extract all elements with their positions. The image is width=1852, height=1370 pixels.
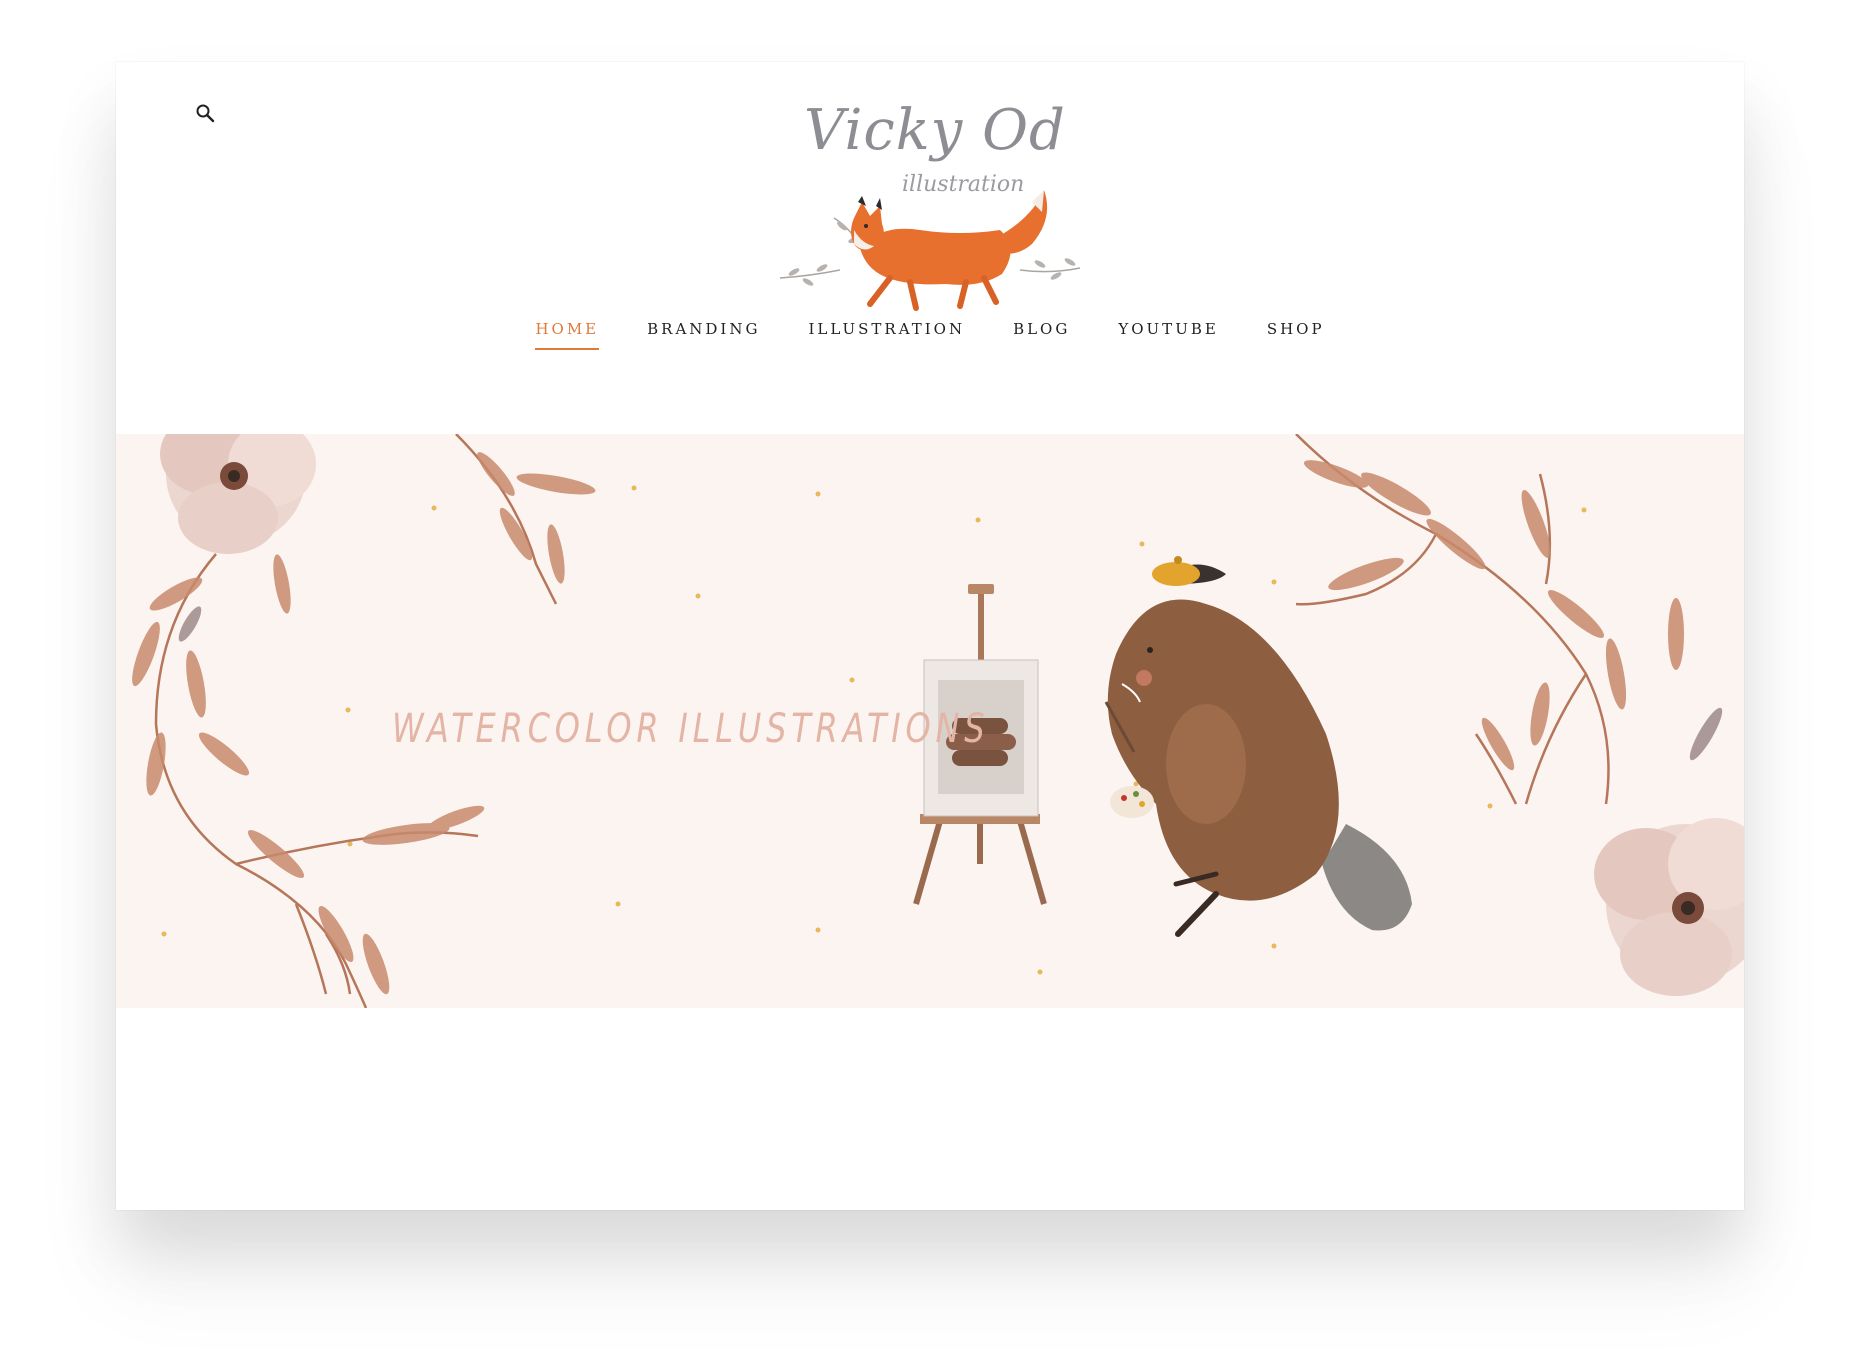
logo-subtitle: illustration bbox=[902, 172, 1025, 197]
nav-item-branding[interactable]: BRANDING bbox=[647, 320, 760, 350]
page-backdrop: Vicky Od illustration HOME BRANDING ILLU… bbox=[0, 0, 1852, 1370]
site-logo[interactable]: Vicky Od illustration bbox=[770, 98, 1090, 318]
left-flower bbox=[160, 434, 316, 554]
nav-item-home[interactable]: HOME bbox=[535, 320, 600, 350]
nav-item-shop[interactable]: SHOP bbox=[1267, 320, 1325, 350]
search-button[interactable] bbox=[190, 98, 220, 128]
nav-item-illustration[interactable]: ILLUSTRATION bbox=[808, 320, 965, 350]
nav-item-youtube[interactable]: YOUTUBE bbox=[1118, 320, 1218, 350]
hero-banner: WATERCOLOR ILLUSTRATIONS bbox=[116, 434, 1744, 1008]
right-flower bbox=[1594, 818, 1744, 996]
beaver bbox=[1104, 556, 1412, 937]
logo-title: Vicky Od bbox=[804, 98, 1066, 163]
search-icon bbox=[196, 104, 215, 123]
nav-item-blog[interactable]: BLOG bbox=[1013, 320, 1070, 350]
main-navigation: HOME BRANDING ILLUSTRATION BLOG YOUTUBE … bbox=[116, 320, 1744, 350]
browser-window: Vicky Od illustration HOME BRANDING ILLU… bbox=[116, 62, 1744, 1210]
hero-headline: WATERCOLOR ILLUSTRATIONS bbox=[392, 706, 990, 752]
